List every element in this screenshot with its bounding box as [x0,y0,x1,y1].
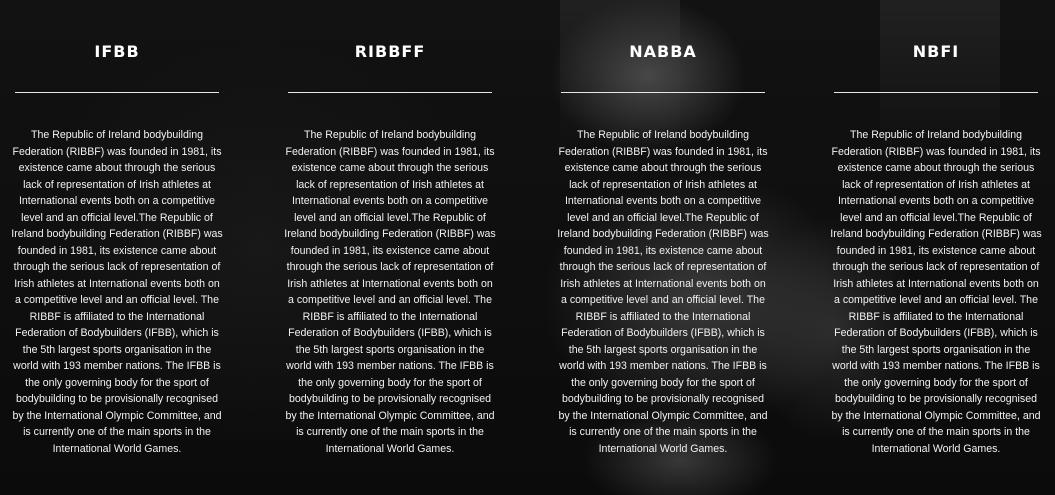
federation-description: The Republic of Ireland bodybuilding Fed… [830,129,1042,455]
federation-title: RIBBFF [354,42,426,61]
federation-description: The Republic of Ireland bodybuilding Fed… [557,129,769,455]
title-divider [288,92,492,93]
federation-title: NBFI [912,42,960,61]
title-divider [561,92,765,93]
title-divider [834,92,1038,93]
federation-description: The Republic of Ireland bodybuilding Fed… [284,129,496,455]
title-divider [15,92,219,93]
federation-title: IFBB [94,42,140,61]
federations-section: IFBB The Republic of Ireland bodybuildin… [0,0,1055,495]
federation-description: The Republic of Ireland bodybuilding Fed… [11,129,223,455]
federation-title: NABBA [629,42,697,61]
